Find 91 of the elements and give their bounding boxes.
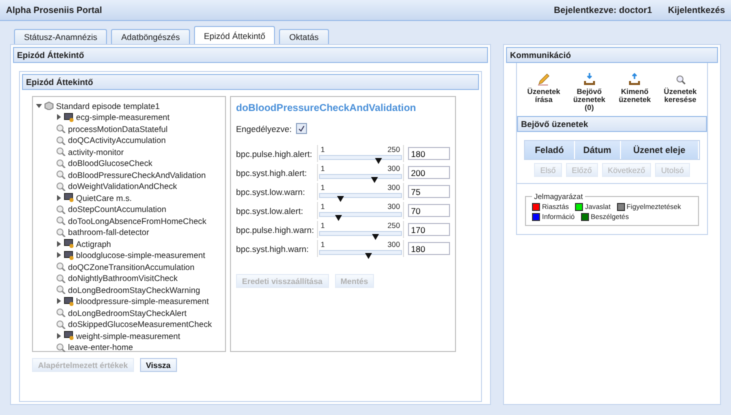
expander-icon[interactable] <box>56 252 62 258</box>
param-label: bpc.syst.low.alert: <box>236 206 304 216</box>
expander-icon[interactable] <box>56 114 62 120</box>
value-field[interactable]: 200 <box>408 166 450 179</box>
magnifier-icon <box>56 204 66 214</box>
search-icon <box>674 73 687 86</box>
tree-item[interactable]: processMotionDataStateful <box>68 124 168 134</box>
expander-icon[interactable] <box>56 332 62 339</box>
tree-item[interactable]: doQCZoneTransitionAccumulation <box>68 262 195 272</box>
magnifier-icon <box>56 285 66 294</box>
magnifier-icon <box>56 158 66 168</box>
panel-title: Epizód Áttekintő <box>13 47 488 63</box>
slider-thumb[interactable] <box>375 156 382 162</box>
tree-item[interactable]: bloodpressure-simple-measurement <box>76 296 209 306</box>
tree-item[interactable]: doLongBedroomStayCheckWarning <box>68 284 200 295</box>
monitor-icon <box>64 331 74 340</box>
value-field[interactable]: 170 <box>408 223 450 236</box>
tree-item[interactable]: doBloodPressureCheckAndValidation <box>68 170 206 180</box>
expander-icon[interactable] <box>56 240 62 247</box>
tree-item[interactable]: bloodglucose-simple-measurement <box>76 250 206 260</box>
pencil-icon <box>537 73 550 86</box>
magnifier-icon <box>56 228 66 237</box>
value-field[interactable]: 75 <box>408 185 450 198</box>
enabled-checkbox[interactable] <box>296 123 307 134</box>
tree-item[interactable]: doNightlyBathroomVisitCheck <box>68 273 178 284</box>
param-label: bpc.syst.high.alert: <box>236 168 308 178</box>
tree-item[interactable]: QuietCare m.s. <box>76 192 132 203</box>
logout-link[interactable]: Kijelentkezés <box>668 5 725 15</box>
rule-title: doBloodPressureCheckAndValidation <box>236 103 418 114</box>
magnifier-icon <box>56 342 66 352</box>
tree-item[interactable]: weight-simple-measurement <box>76 330 180 341</box>
monitor-icon <box>64 239 74 248</box>
value-field[interactable]: 180 <box>408 242 450 255</box>
tab[interactable]: Oktatás <box>279 29 329 44</box>
tree-item[interactable]: activity-monitor <box>68 146 124 157</box>
enabled-label: Engedélyezve: <box>236 124 292 134</box>
slider-thumb[interactable] <box>371 175 378 181</box>
action-button[interactable]: Vissza <box>140 358 177 372</box>
column-header[interactable]: Dátum <box>574 141 621 159</box>
magnifier-icon <box>56 147 66 156</box>
tree-item[interactable]: doTooLongAbsenceFromHomeCheck <box>68 216 206 226</box>
tree-item[interactable]: Actigraph <box>76 238 112 249</box>
magnifier-icon <box>56 124 66 134</box>
slider-thumb[interactable] <box>365 251 372 257</box>
monitor-icon <box>64 296 74 306</box>
tray-icon <box>582 73 596 86</box>
expander-icon[interactable] <box>36 102 42 109</box>
tree-item[interactable]: ecg-simple-measurement <box>76 112 170 122</box>
slider-thumb[interactable] <box>372 232 379 238</box>
portal-title: Alpha Proseniis Portal <box>6 5 102 15</box>
param-label: bpc.pulse.high.warn: <box>236 224 315 234</box>
tab[interactable]: Adatböngészés <box>111 29 190 44</box>
slider-thumb[interactable] <box>336 194 344 200</box>
tree-item[interactable]: doWeightValidationAndCheck <box>68 181 178 192</box>
param-label: bpc.syst.high.warn: <box>236 244 310 254</box>
column-header[interactable]: Feladó <box>525 141 575 159</box>
slider-thumb[interactable] <box>335 213 342 219</box>
magnifier-icon <box>56 170 66 180</box>
logged-in-user: Bejelentkezve: doctor1 <box>554 5 652 15</box>
expander-icon[interactable] <box>56 298 62 304</box>
panel-title: Epizód Áttekintő <box>22 74 479 90</box>
tree-item[interactable]: doLongBedroomStayCheckAlert <box>68 308 187 318</box>
magnifier-icon <box>56 262 66 272</box>
expander-icon[interactable] <box>56 194 62 201</box>
tree-item[interactable]: leave-enter-home <box>68 342 134 352</box>
tab[interactable]: Státusz-Anamnézis <box>14 29 108 44</box>
tree-item[interactable]: doSkippedGlucoseMeasurementCheck <box>68 319 212 330</box>
value-field[interactable]: 180 <box>408 147 450 160</box>
value-field[interactable]: 70 <box>408 204 450 217</box>
column-header[interactable]: Üzenet eleje <box>620 141 699 159</box>
monitor-icon <box>64 193 74 202</box>
tab[interactable]: Epizód Áttekintő <box>194 26 276 44</box>
tree-item[interactable]: doStepCountAccumulation <box>68 204 166 214</box>
panel-title: Kommunikáció <box>506 47 718 63</box>
magnifier-icon <box>56 308 66 318</box>
tree-item[interactable]: bathroom-fall-detector <box>68 227 150 238</box>
magnifier-icon <box>56 320 66 329</box>
magnifier-icon <box>56 216 66 226</box>
tree-item[interactable]: doQCActivityAccumulation <box>68 135 166 146</box>
param-label: bpc.pulse.high.alert: <box>236 148 314 158</box>
magnifier-icon <box>56 182 66 191</box>
magnifier-icon <box>56 136 66 145</box>
param-label: bpc.syst.low.warn: <box>236 186 306 196</box>
tree-item[interactable]: Standard episode template1 <box>56 100 160 111</box>
panel-title: Bejövő üzenetek <box>517 116 707 132</box>
magnifier-icon <box>56 274 66 283</box>
monitor-icon <box>64 250 74 260</box>
monitor-icon <box>64 112 74 122</box>
tree-item[interactable]: doBloodGlucoseCheck <box>68 158 152 168</box>
tray-icon <box>628 73 642 86</box>
cube-icon <box>44 101 54 110</box>
